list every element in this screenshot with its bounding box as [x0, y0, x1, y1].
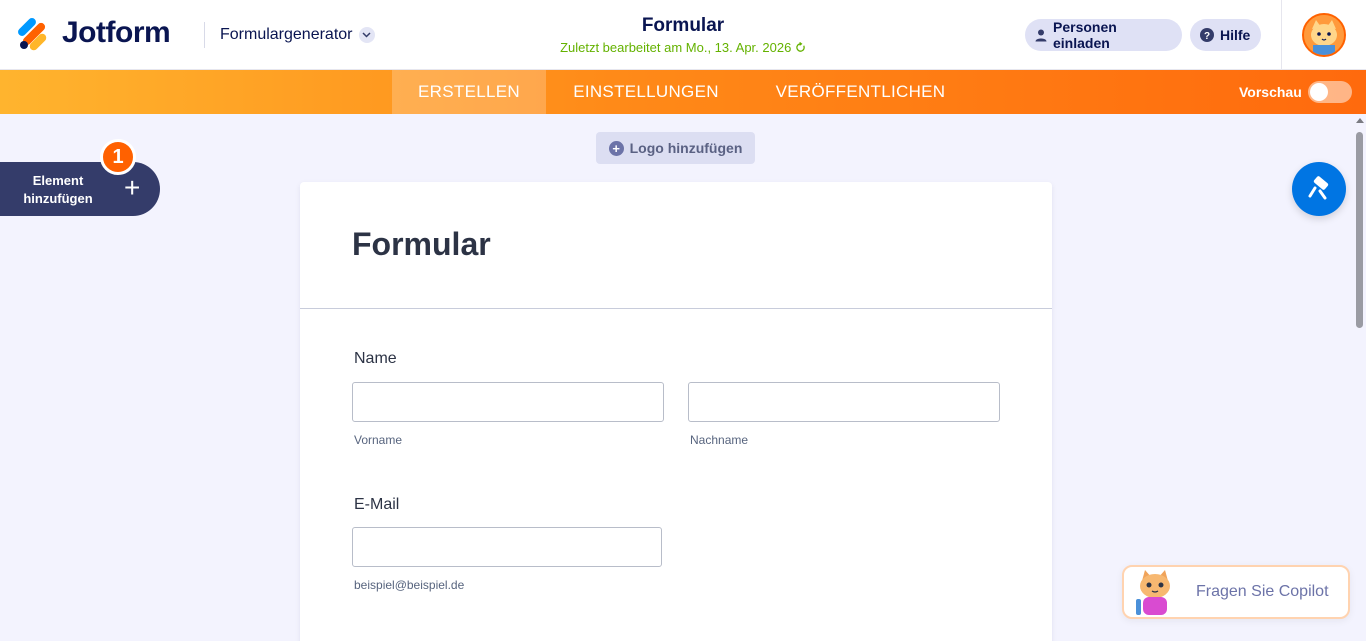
add-element-label: Element hinzufügen — [23, 173, 93, 206]
form-heading[interactable]: Formular — [352, 226, 491, 263]
email-input[interactable] — [352, 527, 662, 567]
form-designer-button[interactable] — [1292, 162, 1346, 216]
tab-publish[interactable]: VERÖFFENTLICHEN — [746, 70, 975, 114]
jotform-logo[interactable]: Jotform — [16, 16, 171, 52]
top-bar: Jotform Formulargenerator Formular Zulet… — [0, 0, 1366, 70]
invite-people-button[interactable]: Personen einladen — [1025, 19, 1182, 51]
preview-control: Vorschau — [1239, 70, 1352, 114]
copilot-label: Fragen Sie Copilot — [1196, 583, 1329, 600]
tab-build[interactable]: ERSTELLEN — [392, 70, 546, 114]
copilot-button[interactable]: Fragen Sie Copilot — [1122, 565, 1350, 619]
form-card: Formular Name Vorname Nachname E-Mail be… — [300, 182, 1052, 641]
history-icon — [795, 40, 806, 55]
last-name-input[interactable] — [688, 382, 1000, 422]
svg-text:?: ? — [1204, 31, 1210, 42]
email-field-label: E-Mail — [354, 496, 400, 513]
first-name-input[interactable] — [352, 382, 664, 422]
add-element-button[interactable]: Element hinzufügen + — [0, 162, 160, 216]
user-icon — [1035, 29, 1047, 42]
preview-label: Vorschau — [1239, 84, 1302, 100]
page-title[interactable]: Formular — [483, 15, 883, 37]
builder-nav: ERSTELLEN EINSTELLUNGEN VERÖFFENTLICHEN … — [0, 70, 1366, 114]
last-edited-status[interactable]: Zuletzt bearbeitet am Mo., 13. Apr. 2026 — [483, 40, 883, 55]
header-divider — [204, 22, 205, 48]
copilot-cat-icon — [1130, 567, 1182, 617]
plus-circle-icon: + — [608, 140, 624, 156]
last-edited-text: Zuletzt bearbeitet am Mo., 13. Apr. 2026 — [560, 40, 792, 55]
preview-toggle[interactable] — [1307, 81, 1352, 103]
add-logo-label: Logo hinzufügen — [629, 140, 743, 156]
scrollbar[interactable] — [1353, 114, 1366, 641]
paint-roller-icon — [1308, 176, 1329, 200]
scroll-up-icon[interactable] — [1356, 118, 1364, 123]
cat-avatar-icon — [1304, 15, 1344, 55]
help-label: Hilfe — [1220, 27, 1251, 43]
invite-label: Personen einladen — [1053, 19, 1117, 51]
help-icon: ? — [1200, 28, 1214, 42]
name-field-label: Name — [354, 350, 397, 367]
first-name-sublabel: Vorname — [354, 433, 403, 447]
form-title-block: Formular Zuletzt bearbeitet am Mo., 13. … — [483, 15, 883, 55]
plus-icon: + — [124, 172, 141, 203]
generator-dropdown[interactable]: Formulargenerator — [220, 26, 375, 44]
generator-label: Formulargenerator — [220, 26, 353, 43]
add-logo-button[interactable]: + Logo hinzufügen — [596, 132, 755, 164]
email-sublabel: beispiel@beispiel.de — [354, 578, 465, 592]
chevron-down-icon — [358, 27, 375, 43]
brand-name: Jotform — [62, 16, 171, 49]
jotform-logo-icon — [16, 16, 48, 52]
scrollbar-thumb[interactable] — [1356, 132, 1363, 328]
header-right-divider — [1281, 0, 1282, 70]
tab-settings[interactable]: EINSTELLUNGEN — [546, 70, 746, 114]
last-name-sublabel: Nachname — [690, 433, 749, 447]
form-divider — [300, 308, 1052, 309]
help-button[interactable]: ? Hilfe — [1190, 19, 1261, 51]
avatar[interactable] — [1302, 13, 1346, 57]
step-badge: 1 — [100, 139, 136, 175]
